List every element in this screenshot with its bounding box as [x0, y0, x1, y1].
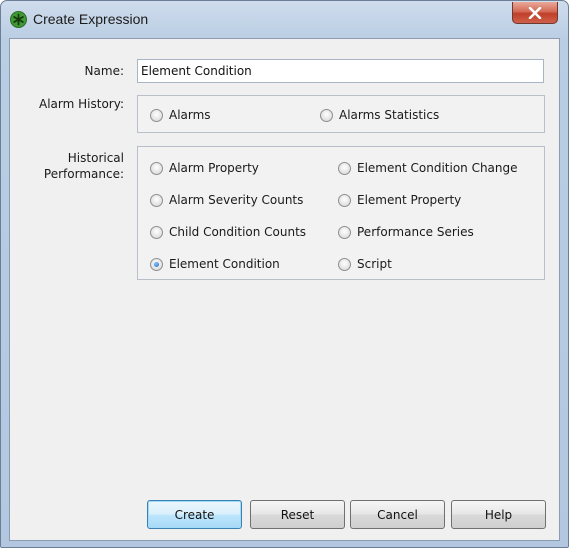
- radio-element-condition[interactable]: Element Condition: [150, 257, 280, 271]
- radio-alarm-property-label: Alarm Property: [169, 161, 259, 175]
- title-bar[interactable]: Create Expression: [1, 1, 568, 38]
- historical-label-line1: Historical: [67, 151, 124, 165]
- radio-element-condition-change-label: Element Condition Change: [357, 161, 518, 175]
- radio-element-condition-change-circle[interactable]: [338, 161, 351, 175]
- app-asterisk-icon: [10, 11, 27, 28]
- alarm-history-label: Alarm History:: [39, 97, 124, 111]
- radio-performance-series-label: Performance Series: [357, 225, 474, 239]
- radio-element-property-label: Element Property: [357, 193, 462, 207]
- historical-performance-group: Alarm Property Element Condition Change …: [137, 146, 545, 280]
- radio-element-condition-circle[interactable]: [150, 257, 163, 271]
- radio-alarm-severity-counts-label: Alarm Severity Counts: [169, 193, 304, 207]
- cancel-button[interactable]: Cancel: [350, 500, 445, 529]
- help-button[interactable]: Help: [451, 500, 546, 529]
- radio-element-property-circle[interactable]: [338, 193, 351, 207]
- radio-script-label: Script: [357, 257, 392, 271]
- reset-button[interactable]: Reset: [250, 500, 345, 529]
- radio-element-condition-change[interactable]: Element Condition Change: [338, 161, 518, 175]
- close-button[interactable]: [512, 2, 558, 24]
- radio-alarm-property[interactable]: Alarm Property: [150, 161, 259, 175]
- alarm-history-group: Alarms Alarms Statistics: [137, 95, 545, 133]
- radio-alarms[interactable]: Alarms: [150, 108, 211, 122]
- radio-child-condition-counts[interactable]: Child Condition Counts: [150, 225, 306, 239]
- radio-alarms-statistics-label: Alarms Statistics: [339, 108, 440, 122]
- radio-element-condition-label: Element Condition: [169, 257, 280, 271]
- radio-alarm-severity-counts[interactable]: Alarm Severity Counts: [150, 193, 303, 207]
- close-x-icon: [528, 6, 542, 19]
- dialog-content: Name: Alarm History: Alarms Alarms Stati…: [9, 38, 560, 541]
- radio-script-circle[interactable]: [338, 257, 351, 271]
- name-label: Name:: [84, 64, 124, 78]
- radio-element-property[interactable]: Element Property: [338, 193, 461, 207]
- name-input[interactable]: [137, 59, 544, 83]
- create-expression-window: Create Expression Name: Alarm History: A…: [0, 0, 569, 548]
- radio-performance-series[interactable]: Performance Series: [338, 225, 474, 239]
- radio-alarms-label: Alarms: [169, 108, 211, 122]
- radio-script[interactable]: Script: [338, 257, 392, 271]
- radio-alarms-statistics-circle[interactable]: [320, 108, 333, 122]
- radio-alarms-circle[interactable]: [150, 108, 163, 122]
- radio-child-condition-counts-label: Child Condition Counts: [169, 225, 307, 239]
- radio-performance-series-circle[interactable]: [338, 225, 351, 239]
- window-title: Create Expression: [33, 11, 149, 27]
- radio-alarm-property-circle[interactable]: [150, 161, 163, 175]
- radio-child-condition-counts-circle[interactable]: [150, 225, 163, 239]
- radio-alarm-severity-counts-circle[interactable]: [150, 193, 163, 207]
- create-button[interactable]: Create: [147, 500, 242, 529]
- radio-alarms-statistics[interactable]: Alarms Statistics: [320, 108, 439, 122]
- historical-label-line2: Performance:: [43, 167, 124, 181]
